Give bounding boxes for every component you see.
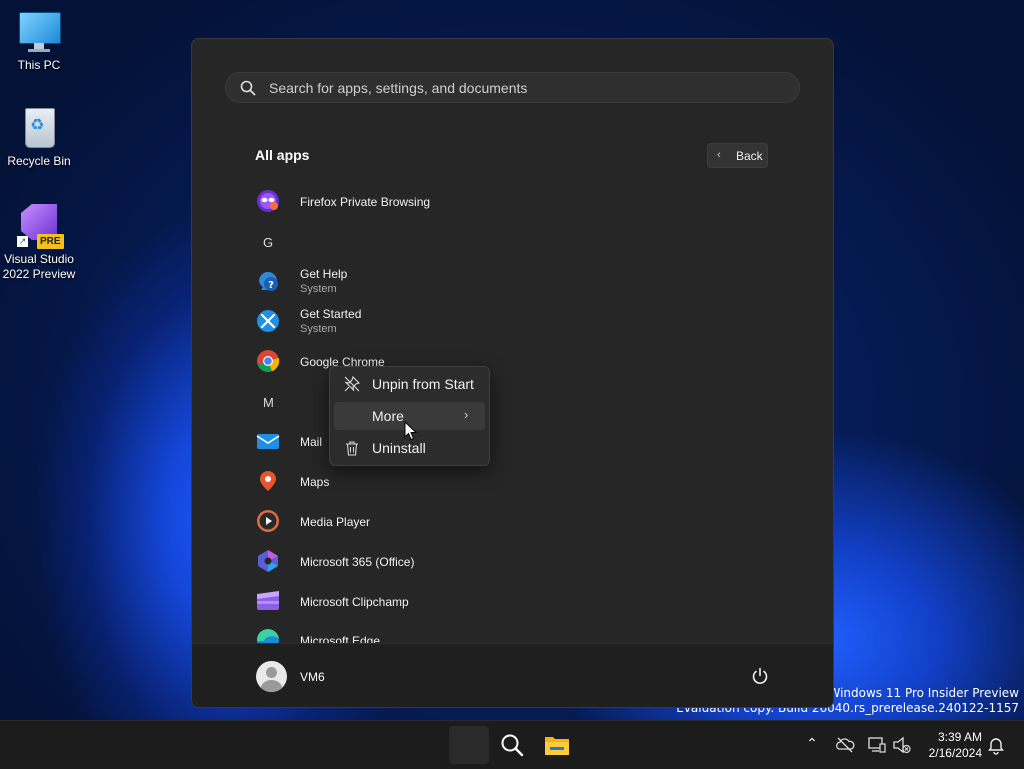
office-icon (258, 550, 278, 572)
app-list[interactable]: Firefox Private Browsing G ? Get Help Sy… (192, 181, 833, 643)
shortcut-arrow-icon: ↗ (17, 236, 28, 247)
volume-muted-icon[interactable] (892, 735, 912, 755)
user-name[interactable]: VM6 (300, 670, 325, 684)
start-footer: VM6 (192, 643, 833, 707)
menu-item-label: Unpin from Start (372, 376, 474, 392)
unpin-from-start-menu-item[interactable]: Unpin from Start (334, 370, 485, 398)
desktop-icon-label: Recycle Bin (7, 154, 71, 168)
clipchamp-icon (257, 591, 279, 610)
search-input[interactable]: Search for apps, settings, and documents (225, 72, 800, 103)
app-subtitle: System (300, 283, 337, 295)
chrome-icon (257, 350, 280, 372)
app-name: Get Help (300, 267, 348, 281)
monitor-icon (17, 10, 61, 54)
menu-item-label: Uninstall (372, 440, 426, 456)
app-name: Firefox Private Browsing (300, 195, 431, 209)
app-media-player[interactable]: Media Player (255, 501, 575, 541)
menu-item-label: More (372, 408, 404, 424)
app-get-started[interactable]: Get Started System (255, 301, 575, 341)
app-microsoft-clipchamp[interactable]: Microsoft Clipchamp (255, 581, 575, 621)
context-menu: Unpin from Start More › Uninstall (329, 366, 490, 466)
media-player-icon (257, 510, 279, 532)
back-button[interactable]: ‹ Back (707, 143, 768, 168)
power-icon[interactable] (750, 666, 770, 686)
watermark-edition: Windows 11 Pro Insider Preview (828, 686, 1019, 700)
app-maps[interactable]: Maps (255, 461, 575, 501)
mail-icon (256, 434, 280, 449)
desktop-icon-recycle-bin[interactable]: ♻ Recycle Bin (0, 106, 78, 169)
get-help-icon: ? (259, 272, 278, 291)
desktop-icon-label-line2: 2022 Preview (2, 267, 76, 281)
notification-bell-icon[interactable] (986, 735, 1006, 755)
desktop-icon-visual-studio[interactable]: PRE ↗ Visual Studio 2022 Preview (0, 204, 78, 282)
desktop-icon-label: This PC (17, 58, 61, 72)
app-name: Microsoft Clipchamp (300, 595, 409, 609)
get-started-icon (257, 310, 279, 332)
app-firefox-private-browsing[interactable]: Firefox Private Browsing (255, 181, 575, 221)
network-icon[interactable] (867, 735, 887, 755)
app-subtitle: System (300, 323, 337, 335)
desktop-icon-this-pc[interactable]: This PC (0, 10, 78, 73)
app-name: Microsoft 365 (Office) (300, 555, 415, 569)
unpin-icon (344, 376, 360, 392)
user-avatar[interactable] (256, 661, 287, 692)
app-name: Media Player (300, 515, 371, 529)
firefox-private-icon (257, 190, 279, 212)
letter-header-m[interactable]: M (263, 395, 274, 410)
search-icon[interactable] (500, 733, 524, 757)
app-name: Microsoft Edge (300, 634, 381, 643)
app-name: Get Started (300, 307, 362, 321)
letter-header-g[interactable]: G (263, 235, 273, 250)
start-menu: Search for apps, settings, and documents… (191, 38, 834, 708)
back-label: Back (736, 149, 763, 163)
taskbar: ⌃ 3:39 AM 2/16/2024 (0, 720, 1024, 769)
search-placeholder: Search for apps, settings, and documents (269, 80, 528, 96)
clock-date: 2/16/2024 (928, 746, 982, 760)
file-explorer-icon[interactable] (544, 734, 570, 756)
app-name: Mail (300, 435, 323, 449)
edge-icon (256, 629, 279, 643)
trash-icon (346, 441, 358, 456)
search-icon (240, 80, 256, 96)
system-clock[interactable]: 3:39 AM 2/16/2024 (912, 729, 982, 761)
chevron-left-icon: ‹ (717, 149, 721, 161)
clock-time: 3:39 AM (937, 730, 982, 744)
chevron-right-icon: › (464, 407, 469, 422)
app-microsoft-edge[interactable]: Microsoft Edge (255, 621, 575, 643)
app-name: Maps (300, 475, 330, 489)
app-microsoft-365[interactable]: Microsoft 365 (Office) (255, 541, 575, 581)
svg-text:?: ? (268, 280, 274, 291)
recycle-bin-icon: ♻ (17, 106, 61, 150)
mouse-cursor-icon (404, 421, 418, 441)
app-get-help[interactable]: ? Get Help System (255, 261, 575, 301)
onedrive-icon[interactable] (835, 735, 855, 755)
desktop-icon-label-line1: Visual Studio (4, 252, 74, 266)
visual-studio-icon: PRE ↗ (17, 204, 64, 249)
start-button[interactable] (449, 726, 489, 764)
chevron-up-icon[interactable]: ⌃ (802, 735, 822, 755)
all-apps-title: All apps (255, 147, 310, 163)
pre-badge: PRE (37, 234, 64, 249)
maps-icon (260, 471, 276, 491)
